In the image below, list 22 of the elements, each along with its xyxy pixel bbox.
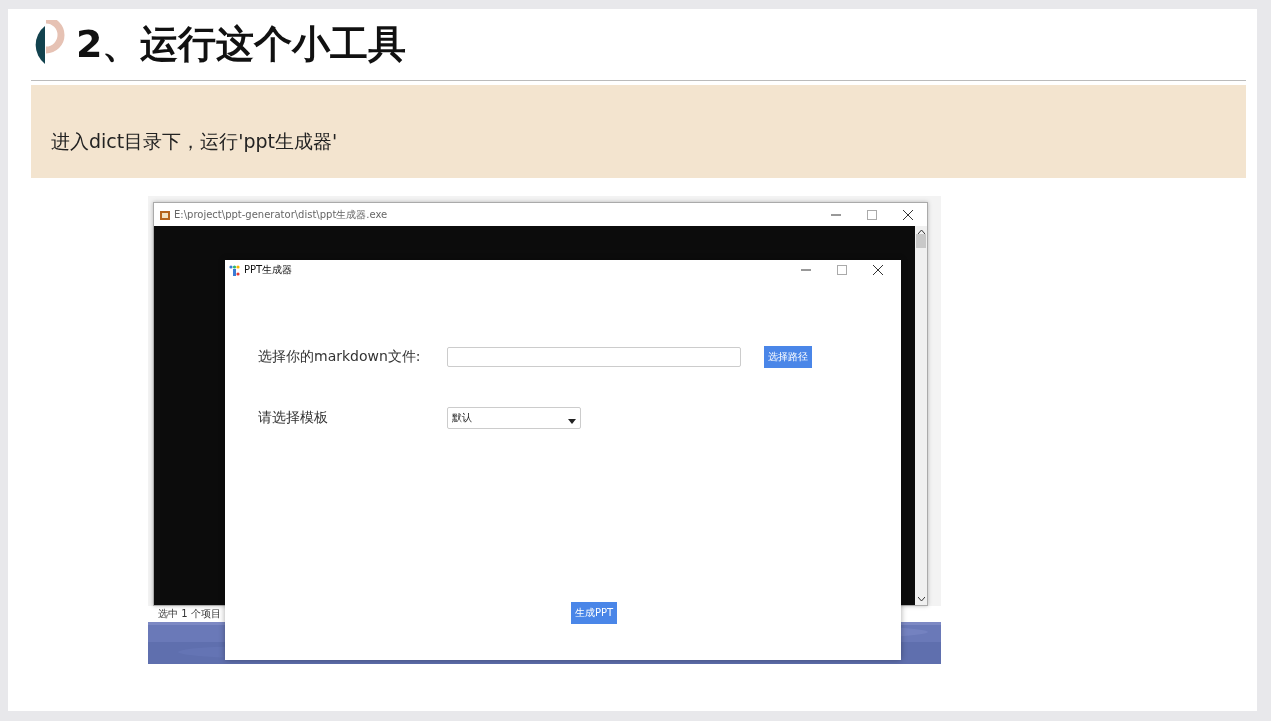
maximize-icon[interactable]: [837, 265, 847, 275]
note-text: 进入dict目录下，运行'ppt生成器': [51, 128, 338, 154]
scrollbar-thumb[interactable]: [916, 234, 926, 248]
window-title: PPT生成器: [244, 263, 294, 277]
generate-button[interactable]: 生成PPT: [571, 602, 618, 624]
file-path-field[interactable]: [447, 347, 741, 367]
field-label: 请选择模板: [258, 409, 329, 427]
caret-icon: [568, 418, 576, 424]
browse-button[interactable]: 选择路径: [764, 346, 812, 368]
scrollbar[interactable]: [915, 226, 927, 605]
maximize-icon[interactable]: [867, 209, 877, 220]
close-icon[interactable]: [873, 265, 883, 275]
slide-title: 2、运行这个小工具: [76, 20, 407, 68]
template-dropdown[interactable]: 默认: [447, 407, 581, 429]
close-icon[interactable]: [903, 209, 913, 220]
scroll-down-icon[interactable]: [917, 597, 925, 602]
status-text: 选中 1 个项目: [158, 607, 221, 621]
field-label: 选择你的markdown文件:: [258, 348, 422, 366]
app-icon: [229, 264, 240, 276]
window-title: E:\project\ppt-generator\dist\ppt生成器.exe: [174, 207, 389, 222]
app-icon: [159, 208, 171, 221]
scroll-up-icon[interactable]: [917, 229, 925, 234]
